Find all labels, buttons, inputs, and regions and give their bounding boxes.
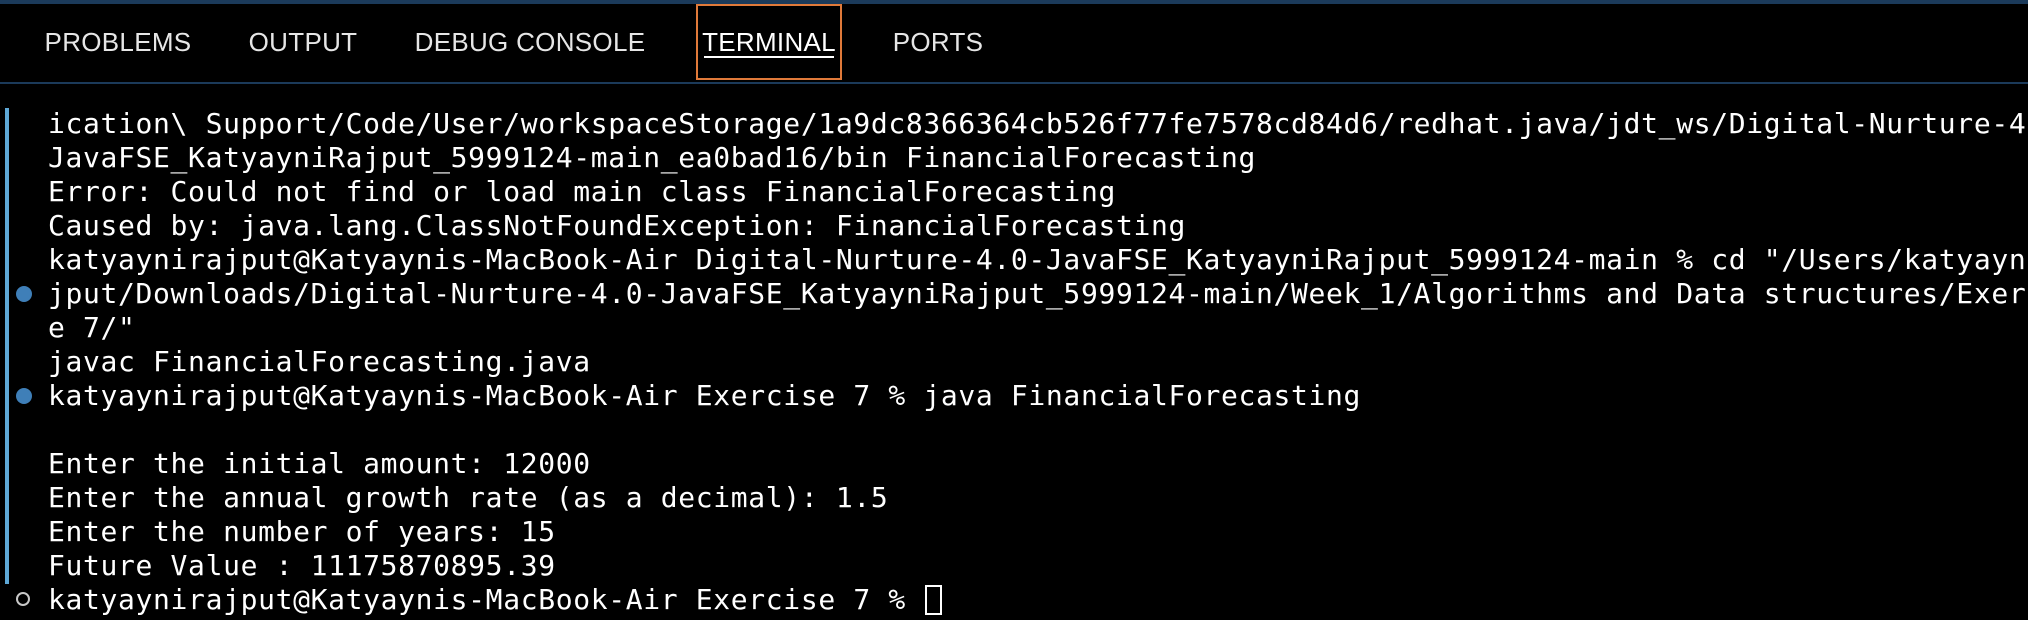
- command-gutter-bar: [5, 108, 9, 584]
- panel-tab-bar: PROBLEMS OUTPUT DEBUG CONSOLE TERMINAL P…: [0, 4, 2028, 82]
- terminal-prompt-line[interactable]: katyaynirajput@Katyaynis-MacBook-Air Exe…: [48, 583, 943, 617]
- terminal-line: Enter the initial amount: 12000: [48, 447, 591, 480]
- tab-ports-label: PORTS: [892, 26, 984, 57]
- tab-problems[interactable]: PROBLEMS: [30, 4, 206, 80]
- terminal-line: Enter the annual growth rate (as a decim…: [48, 481, 889, 514]
- command-pending-dot-icon[interactable]: [16, 592, 30, 606]
- tab-debug-console-label: DEBUG CONSOLE: [414, 26, 646, 57]
- tab-problems-label: PROBLEMS: [44, 26, 192, 57]
- terminal-line: JavaFSE_KatyayniRajput_5999124-main_ea0b…: [48, 141, 1257, 174]
- tab-debug-console[interactable]: DEBUG CONSOLE: [400, 4, 660, 80]
- active-tab-underline: [704, 56, 834, 58]
- tab-terminal-label: TERMINAL: [702, 26, 836, 57]
- terminal-line: Error: Could not find or load main class…: [48, 175, 1116, 208]
- terminal-line: Future Value : 11175870895.39: [48, 549, 556, 582]
- terminal-cursor: [925, 585, 943, 615]
- terminal-line: e 7/": [48, 311, 136, 344]
- terminal-line: javac FinancialForecasting.java: [48, 345, 591, 378]
- terminal-prompt: katyaynirajput@Katyaynis-MacBook-Air Exe…: [48, 583, 924, 616]
- terminal-line: Enter the number of years: 15: [48, 515, 556, 548]
- tab-output-label: OUTPUT: [248, 26, 358, 57]
- command-success-dot-icon[interactable]: [16, 286, 32, 302]
- terminal-line: katyaynirajput@Katyaynis-MacBook-Air Exe…: [48, 379, 1362, 412]
- tab-output[interactable]: OUTPUT: [236, 4, 370, 80]
- terminal-output[interactable]: ication\ Support/Code/User/workspaceStor…: [0, 102, 2028, 620]
- tab-terminal[interactable]: TERMINAL: [696, 4, 842, 80]
- tab-bar-divider: [0, 82, 2028, 84]
- terminal-line: jput/Downloads/Digital-Nurture-4.0-JavaF…: [48, 277, 2028, 310]
- tab-ports[interactable]: PORTS: [882, 4, 994, 80]
- terminal-line: katyaynirajput@Katyaynis-MacBook-Air Dig…: [48, 243, 2028, 276]
- terminal-line: Caused by: java.lang.ClassNotFoundExcept…: [48, 209, 1186, 242]
- terminal-line: ication\ Support/Code/User/workspaceStor…: [48, 107, 2028, 140]
- command-success-dot-icon[interactable]: [16, 388, 32, 404]
